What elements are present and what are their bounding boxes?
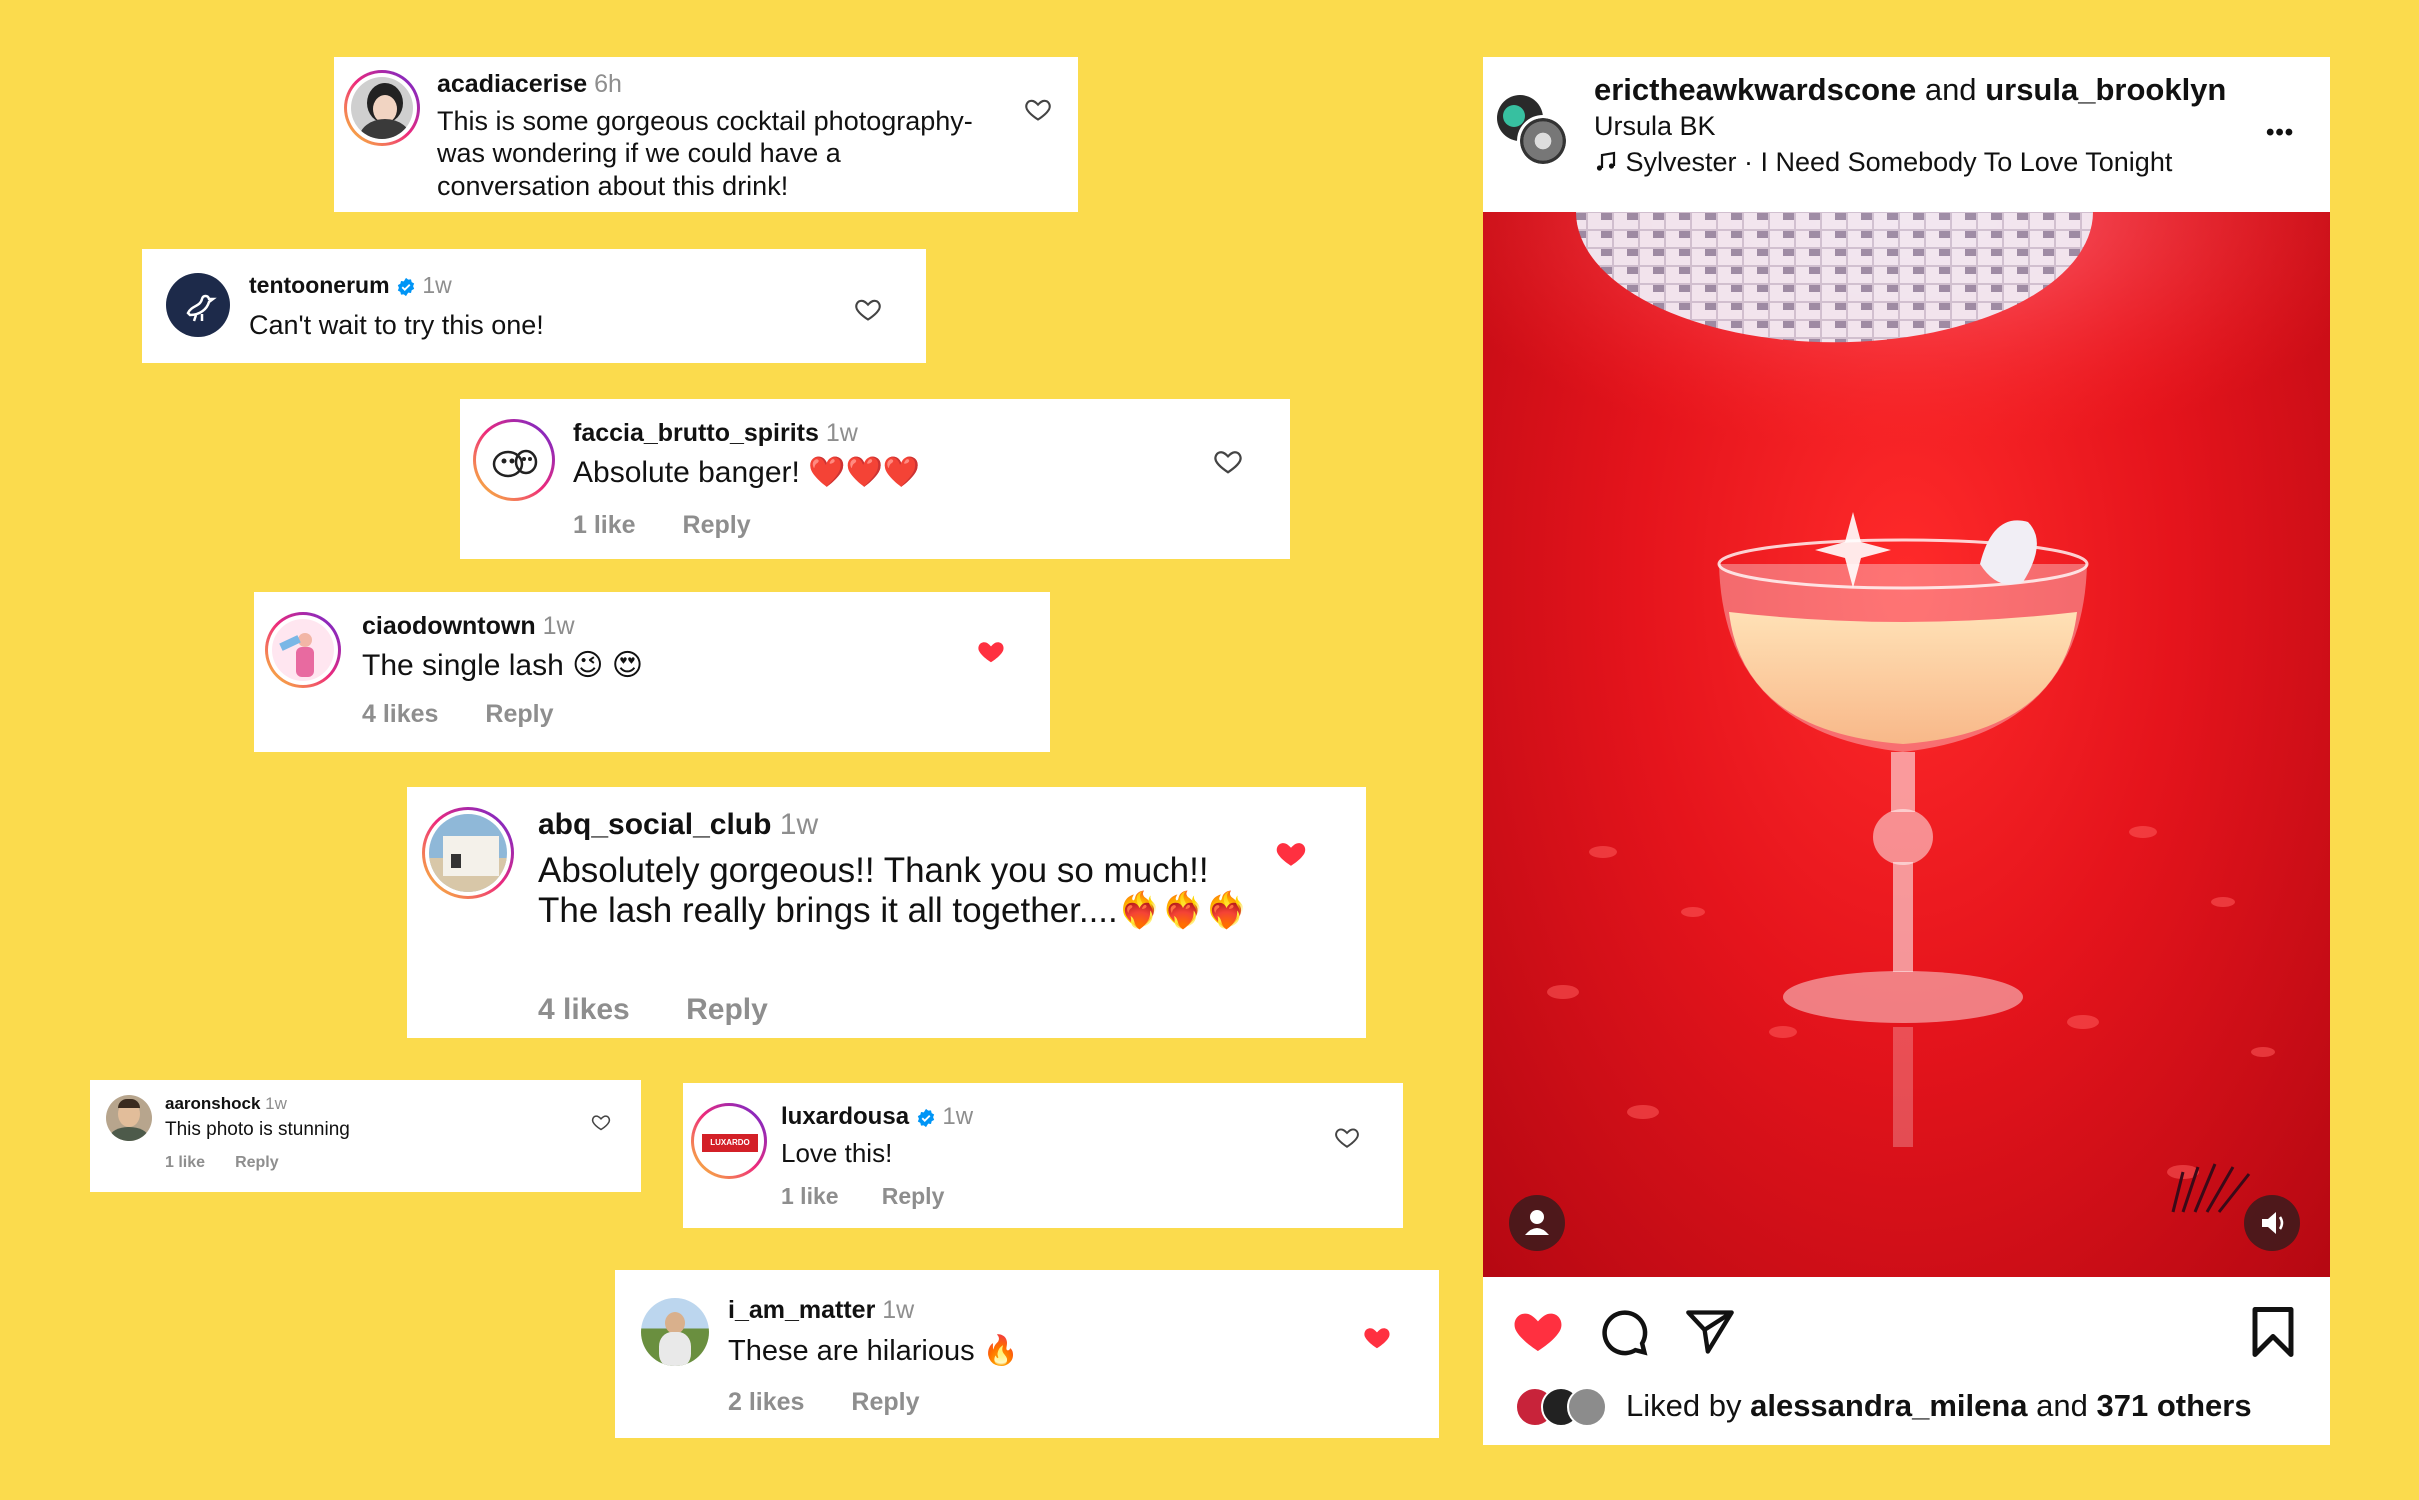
- comment-card-tentoonerum: tentoonerum 1w Can't wait to try this on…: [142, 249, 926, 363]
- reply-button[interactable]: Reply: [235, 1154, 279, 1171]
- verified-badge-icon: [917, 1108, 934, 1127]
- post-author-2[interactable]: ursula_brooklyn: [1985, 72, 2226, 107]
- verified-badge-icon: [397, 277, 415, 297]
- comment-username[interactable]: abq_social_club: [538, 808, 771, 841]
- comment-card-faccia-brutto-spirits: faccia_brutto_spirits 1w Absolute banger…: [460, 399, 1290, 559]
- comment-username[interactable]: i_am_matter: [728, 1296, 875, 1324]
- avatar[interactable]: LUXARDO: [691, 1103, 767, 1179]
- comment-time: 1w: [542, 612, 575, 640]
- comment-text: Can't wait to try this one!: [249, 310, 544, 340]
- liked-by-prefix: Liked by: [1626, 1388, 1742, 1423]
- cocktail-illustration: [1483, 212, 2330, 1213]
- like-count[interactable]: 4 likes: [362, 700, 438, 728]
- comment-card-acadiacerise: acadiacerise 6h This is some gorgeous co…: [334, 57, 1078, 212]
- comment-time: 1w: [942, 1103, 974, 1130]
- instagram-post: erictheawkwardscone and ursula_brooklyn …: [1483, 57, 2330, 1445]
- comment-time: 1w: [422, 272, 452, 298]
- comment-card-abq-social-club: abq_social_club 1w Absolutely gorgeous!!…: [407, 787, 1366, 1038]
- liked-by-others[interactable]: 371 others: [2097, 1388, 2252, 1423]
- comment-username[interactable]: acadiacerise: [437, 70, 587, 98]
- comment-text: This is some gorgeous cocktail photograp…: [437, 106, 973, 201]
- comment-card-aaronshock: aaronshock 1w This photo is stunning 1 l…: [90, 1080, 641, 1192]
- reply-button[interactable]: Reply: [485, 700, 553, 728]
- avatar[interactable]: [166, 273, 230, 337]
- heart-filled-icon[interactable]: [1362, 1322, 1392, 1352]
- comment-text: Absolutely gorgeous!! Thank you so much!…: [538, 851, 1249, 930]
- avatar-ursula-brooklyn[interactable]: [1517, 115, 1569, 167]
- comment-text: The single lash 😉 😍: [362, 649, 644, 682]
- like-count[interactable]: 1 like: [165, 1154, 205, 1171]
- like-count[interactable]: 1 like: [781, 1183, 839, 1209]
- comment-time: 6h: [594, 70, 622, 98]
- heart-outline-icon[interactable]: [1334, 1124, 1360, 1150]
- user-tag-icon[interactable]: [1509, 1195, 1565, 1251]
- comment-time: 1w: [825, 419, 858, 447]
- music-note-icon: [1596, 151, 1616, 171]
- avatar[interactable]: [641, 1298, 709, 1366]
- like-count[interactable]: 2 likes: [728, 1388, 804, 1416]
- liked-by-user[interactable]: alessandra_milena: [1750, 1388, 2027, 1423]
- music-track: Sylvester · I Need Somebody To Love Toni…: [1625, 147, 2173, 177]
- liked-by-and: and: [2036, 1388, 2088, 1423]
- comment-card-luxardousa: LUXARDO luxardousa 1w Love this! 1 like …: [683, 1083, 1403, 1228]
- like-count[interactable]: 4 likes: [538, 993, 630, 1026]
- share-icon[interactable]: [1684, 1306, 1736, 1358]
- reply-button[interactable]: Reply: [683, 511, 751, 539]
- reply-button[interactable]: Reply: [882, 1183, 945, 1209]
- sound-icon[interactable]: [2244, 1195, 2300, 1251]
- comment-username[interactable]: luxardousa: [781, 1103, 909, 1130]
- heart-outline-icon[interactable]: [591, 1112, 611, 1132]
- comment-text: Love this!: [781, 1138, 893, 1168]
- comment-username[interactable]: faccia_brutto_spirits: [573, 419, 819, 447]
- luxardo-logo: LUXARDO: [702, 1134, 758, 1152]
- like-count[interactable]: 1 like: [573, 511, 636, 539]
- comment-username[interactable]: aaronshock: [165, 1094, 260, 1113]
- comment-text: These are hilarious 🔥: [728, 1335, 1019, 1367]
- comment-username[interactable]: ciaodowntown: [362, 612, 536, 640]
- more-icon[interactable]: •••: [2266, 119, 2294, 147]
- post-author-and: and: [1924, 72, 1977, 107]
- reply-button[interactable]: Reply: [851, 1388, 919, 1416]
- comment-card-ciaodowntown: ciaodowntown 1w The single lash 😉 😍 4 li…: [254, 592, 1050, 752]
- comment-icon[interactable]: [1596, 1304, 1650, 1358]
- avatar[interactable]: [265, 612, 341, 688]
- post-photo[interactable]: [1483, 212, 2330, 1277]
- heart-filled-icon[interactable]: [976, 636, 1006, 666]
- heart-outline-icon[interactable]: [1024, 95, 1052, 123]
- bookmark-icon[interactable]: [2248, 1305, 2298, 1359]
- comment-text: This photo is stunning: [165, 1119, 350, 1140]
- avatar[interactable]: [422, 807, 514, 899]
- heart-outline-icon[interactable]: [854, 295, 882, 323]
- post-music[interactable]: Sylvester · I Need Somebody To Love Toni…: [1594, 147, 2172, 178]
- comment-username[interactable]: tentoonerum: [249, 272, 390, 298]
- heart-filled-icon[interactable]: [1510, 1302, 1566, 1358]
- comment-card-i-am-matter: i_am_matter 1w These are hilarious 🔥 2 l…: [615, 1270, 1439, 1438]
- comment-time: 1w: [779, 808, 819, 841]
- avatar[interactable]: [106, 1095, 152, 1141]
- comment-time: 1w: [265, 1094, 287, 1113]
- comment-time: 1w: [882, 1296, 915, 1324]
- avatar[interactable]: [344, 70, 420, 146]
- post-author-1[interactable]: erictheawkwardscone: [1594, 72, 1916, 107]
- heart-filled-icon[interactable]: [1274, 836, 1308, 870]
- heart-outline-icon[interactable]: [1213, 446, 1243, 476]
- post-location[interactable]: Ursula BK: [1594, 111, 1716, 142]
- liked-by-avatars[interactable]: [1515, 1387, 1615, 1427]
- comment-text: Absolute banger! ❤️❤️❤️: [573, 456, 921, 489]
- avatar[interactable]: [473, 419, 555, 501]
- reply-button[interactable]: Reply: [686, 993, 768, 1026]
